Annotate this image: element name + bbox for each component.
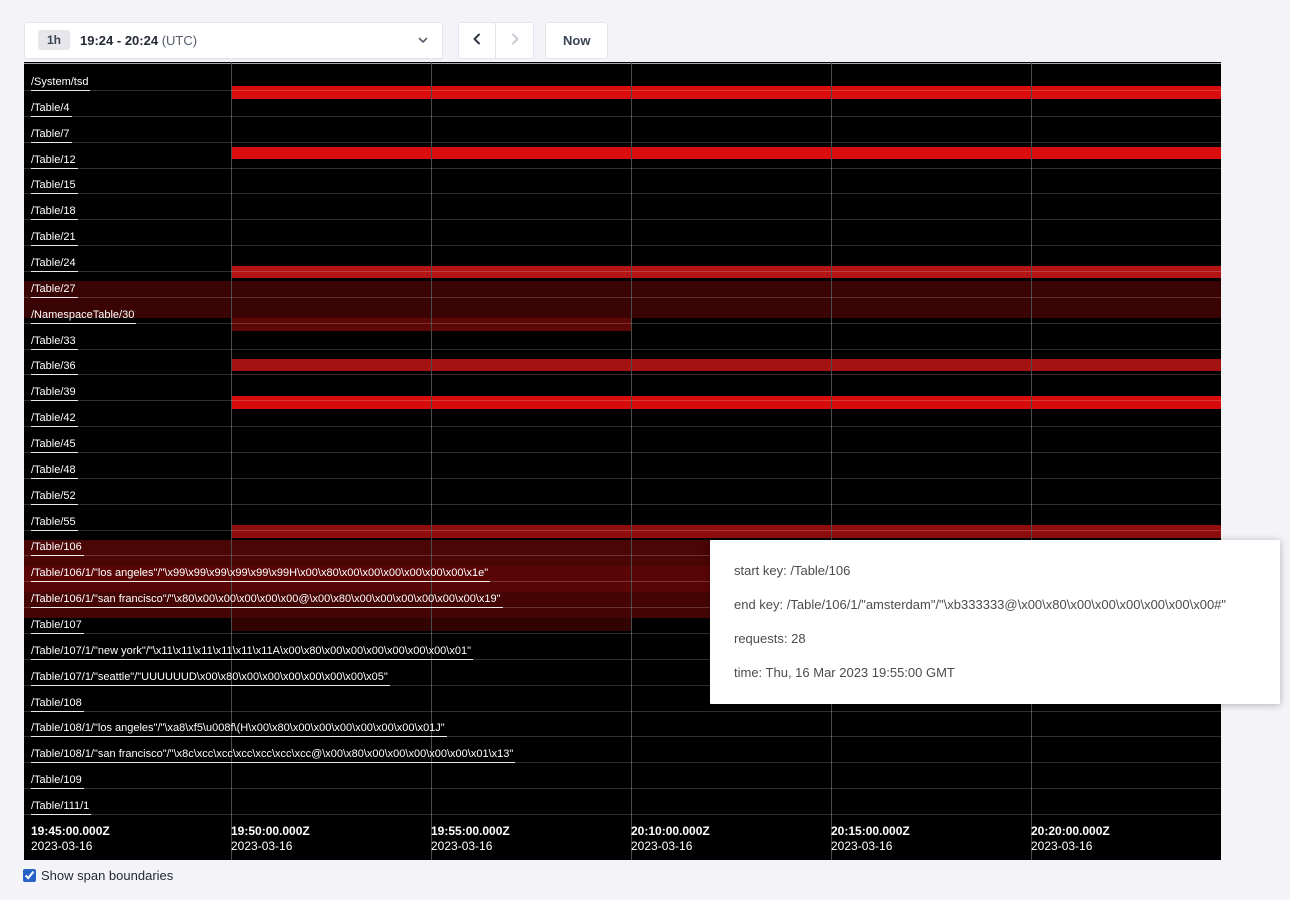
- span-label: /Table/18: [31, 205, 78, 220]
- span-boundary-line: [24, 504, 1221, 505]
- span-boundary-line: [24, 788, 1221, 789]
- heat-band: [231, 525, 1221, 538]
- time-gridline: [831, 62, 832, 860]
- show-span-boundaries-checkbox[interactable]: [23, 869, 36, 882]
- span-tooltip: start key: /Table/106 end key: /Table/10…: [710, 540, 1280, 704]
- span-label: /Table/52: [31, 490, 78, 505]
- time-axis-label: 19:50:00.000Z2023-03-16: [231, 824, 310, 854]
- span-boundary-line: [24, 271, 1221, 272]
- next-time-button[interactable]: [496, 22, 534, 59]
- span-boundary-line: [24, 374, 1221, 375]
- span-boundary-line: [24, 349, 1221, 350]
- time-axis-label: 19:45:00.000Z2023-03-16: [31, 824, 110, 854]
- span-label: /Table/107: [31, 619, 84, 634]
- span-boundary-line: [24, 297, 1221, 298]
- span-label: /Table/15: [31, 179, 78, 194]
- span-label: /Table/24: [31, 257, 78, 272]
- span-boundary-line: [24, 116, 1221, 117]
- span-boundary-line: [24, 814, 1221, 815]
- chevron-right-icon: [508, 32, 522, 49]
- footer: Show span boundaries: [0, 860, 1290, 883]
- time-gridline: [1031, 62, 1032, 860]
- span-boundary-line: [24, 426, 1221, 427]
- time-axis-label: 20:20:00.000Z2023-03-16: [1031, 824, 1110, 854]
- now-button[interactable]: Now: [545, 22, 608, 59]
- span-label: /Table/55: [31, 516, 78, 531]
- time-gridline: [231, 62, 232, 860]
- span-label: /System/tsd: [31, 76, 90, 91]
- span-label: /Table/7: [31, 128, 72, 143]
- span-label: /Table/106: [31, 541, 84, 556]
- span-label: /Table/36: [31, 360, 78, 375]
- tooltip-time: time: Thu, 16 Mar 2023 19:55:00 GMT: [734, 663, 1256, 682]
- span-label: /Table/108: [31, 697, 84, 712]
- heat-band: [231, 86, 1221, 99]
- span-boundary-line: [24, 193, 1221, 194]
- span-label: /Table/27: [31, 283, 78, 298]
- time-range-label: 19:24 - 20:24 (UTC): [80, 33, 197, 48]
- span-label: /Table/45: [31, 438, 78, 453]
- time-nav-group: [458, 22, 534, 59]
- key-visualizer-canvas[interactable]: /System/tsd/Table/4/Table/7/Table/12/Tab…: [24, 62, 1221, 860]
- span-boundary-line: [24, 478, 1221, 479]
- span-label: /Table/4: [31, 102, 72, 117]
- heat-band: [24, 281, 1221, 318]
- span-boundary-line: [24, 219, 1221, 220]
- time-axis-label: 20:15:00.000Z2023-03-16: [831, 824, 910, 854]
- tooltip-start-key: start key: /Table/106: [734, 561, 1256, 580]
- span-boundary-line: [24, 323, 1221, 324]
- span-boundary-line: [24, 245, 1221, 246]
- time-gridline: [431, 62, 432, 860]
- time-range-select[interactable]: 1h 19:24 - 20:24 (UTC): [24, 22, 443, 59]
- heat-band: [231, 359, 1221, 371]
- heat-band: [231, 147, 1221, 159]
- span-boundary-line: [24, 90, 1221, 91]
- chevron-down-icon: [417, 34, 429, 46]
- time-range-badge: 1h: [38, 30, 70, 50]
- heat-band: [231, 396, 1221, 409]
- time-axis-label: 20:10:00.000Z2023-03-16: [631, 824, 710, 854]
- span-label: /Table/21: [31, 231, 78, 246]
- span-label: /Table/12: [31, 154, 78, 169]
- span-label: /Table/106/1/"los angeles"/"\x99\x99\x99…: [31, 567, 490, 582]
- span-label: /NamespaceTable/30: [31, 309, 136, 324]
- span-label: /Table/111/1: [31, 800, 91, 815]
- span-label: /Table/108/1/"san francisco"/"\x8c\xcc\x…: [31, 748, 515, 763]
- span-label: /Table/108/1/"los angeles"/"\xa8\xf5\u00…: [31, 722, 447, 737]
- heat-band: [231, 266, 1221, 278]
- span-label: /Table/42: [31, 412, 78, 427]
- time-axis-label: 19:55:00.000Z2023-03-16: [431, 824, 510, 854]
- span-boundary-line: [24, 142, 1221, 143]
- toolbar: 1h 19:24 - 20:24 (UTC) Now: [0, 0, 1290, 59]
- prev-time-button[interactable]: [458, 22, 496, 59]
- time-gridline: [631, 62, 632, 860]
- span-boundary-line: [24, 530, 1221, 531]
- span-label: /Table/109: [31, 774, 84, 789]
- span-boundary-line: [24, 400, 1221, 401]
- chevron-left-icon: [470, 32, 484, 49]
- span-boundary-line: [24, 452, 1221, 453]
- span-boundary-line: [24, 168, 1221, 169]
- span-label: /Table/48: [31, 464, 78, 479]
- tooltip-requests: requests: 28: [734, 629, 1256, 648]
- tooltip-end-key: end key: /Table/106/1/"amsterdam"/"\xb33…: [734, 595, 1256, 614]
- span-label: /Table/106/1/"san francisco"/"\x80\x00\x…: [31, 593, 503, 608]
- span-label: /Table/39: [31, 386, 78, 401]
- span-label: /Table/107/1/"new york"/"\x11\x11\x11\x1…: [31, 645, 473, 660]
- span-boundary-line: [24, 711, 1221, 712]
- span-label: /Table/33: [31, 335, 78, 350]
- span-label: /Table/107/1/"seattle"/"UUUUUUD\x00\x80\…: [31, 671, 390, 686]
- show-span-boundaries-label: Show span boundaries: [41, 868, 173, 883]
